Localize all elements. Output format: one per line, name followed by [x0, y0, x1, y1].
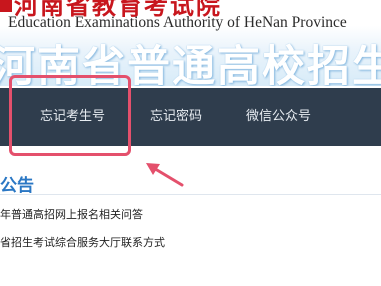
- announcements-title: 公告: [0, 176, 34, 196]
- highlight-box: [9, 75, 131, 156]
- nav-forgot-password[interactable]: 忘记密码: [150, 88, 202, 146]
- site-header: 河南省教育考试院 Education Examinations Authorit…: [0, 0, 381, 86]
- announcement-item[interactable]: 省招生考试综合服务大厅联系方式: [0, 234, 165, 250]
- announcement-item[interactable]: 年普通高招网上报名相关问答: [0, 206, 143, 222]
- site-title-en: Education Examinations Authority of HeNa…: [8, 14, 347, 31]
- nav-wechat-account[interactable]: 微信公众号: [246, 88, 311, 146]
- pointer-arrow-icon: [146, 163, 184, 187]
- section-divider: [0, 194, 381, 195]
- site-logo: [0, 0, 12, 12]
